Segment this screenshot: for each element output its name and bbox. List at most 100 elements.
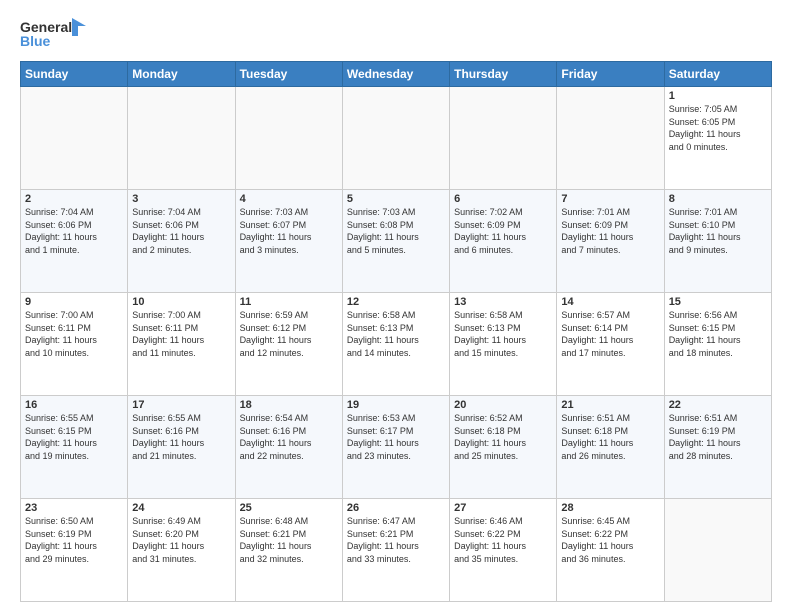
header-day-saturday: Saturday (664, 62, 771, 87)
day-number: 17 (132, 399, 230, 411)
day-number: 7 (561, 193, 659, 205)
day-number: 27 (454, 502, 552, 514)
calendar-cell (450, 87, 557, 190)
day-info: Sunrise: 6:59 AM Sunset: 6:12 PM Dayligh… (240, 309, 338, 359)
day-number: 28 (561, 502, 659, 514)
calendar-cell (557, 87, 664, 190)
header-day-wednesday: Wednesday (342, 62, 449, 87)
week-row-0: 1Sunrise: 7:05 AM Sunset: 6:05 PM Daylig… (21, 87, 772, 190)
calendar-cell: 25Sunrise: 6:48 AM Sunset: 6:21 PM Dayli… (235, 499, 342, 602)
calendar-body: 1Sunrise: 7:05 AM Sunset: 6:05 PM Daylig… (21, 87, 772, 602)
day-info: Sunrise: 6:57 AM Sunset: 6:14 PM Dayligh… (561, 309, 659, 359)
day-info: Sunrise: 6:58 AM Sunset: 6:13 PM Dayligh… (347, 309, 445, 359)
calendar-cell (21, 87, 128, 190)
day-number: 25 (240, 502, 338, 514)
day-info: Sunrise: 7:03 AM Sunset: 6:07 PM Dayligh… (240, 206, 338, 256)
calendar-cell: 27Sunrise: 6:46 AM Sunset: 6:22 PM Dayli… (450, 499, 557, 602)
calendar-cell: 19Sunrise: 6:53 AM Sunset: 6:17 PM Dayli… (342, 396, 449, 499)
day-number: 15 (669, 296, 767, 308)
calendar-cell: 7Sunrise: 7:01 AM Sunset: 6:09 PM Daylig… (557, 190, 664, 293)
day-info: Sunrise: 7:01 AM Sunset: 6:09 PM Dayligh… (561, 206, 659, 256)
calendar-cell: 11Sunrise: 6:59 AM Sunset: 6:12 PM Dayli… (235, 293, 342, 396)
day-number: 23 (25, 502, 123, 514)
calendar-cell: 22Sunrise: 6:51 AM Sunset: 6:19 PM Dayli… (664, 396, 771, 499)
day-info: Sunrise: 6:52 AM Sunset: 6:18 PM Dayligh… (454, 412, 552, 462)
header-day-sunday: Sunday (21, 62, 128, 87)
day-info: Sunrise: 6:49 AM Sunset: 6:20 PM Dayligh… (132, 515, 230, 565)
day-info: Sunrise: 6:53 AM Sunset: 6:17 PM Dayligh… (347, 412, 445, 462)
day-number: 3 (132, 193, 230, 205)
day-number: 13 (454, 296, 552, 308)
header-day-tuesday: Tuesday (235, 62, 342, 87)
calendar-cell: 6Sunrise: 7:02 AM Sunset: 6:09 PM Daylig… (450, 190, 557, 293)
day-number: 24 (132, 502, 230, 514)
header-day-friday: Friday (557, 62, 664, 87)
calendar-cell: 15Sunrise: 6:56 AM Sunset: 6:15 PM Dayli… (664, 293, 771, 396)
day-number: 20 (454, 399, 552, 411)
calendar-cell: 26Sunrise: 6:47 AM Sunset: 6:21 PM Dayli… (342, 499, 449, 602)
calendar-cell: 10Sunrise: 7:00 AM Sunset: 6:11 PM Dayli… (128, 293, 235, 396)
calendar-cell: 24Sunrise: 6:49 AM Sunset: 6:20 PM Dayli… (128, 499, 235, 602)
day-number: 14 (561, 296, 659, 308)
day-info: Sunrise: 6:54 AM Sunset: 6:16 PM Dayligh… (240, 412, 338, 462)
day-number: 6 (454, 193, 552, 205)
calendar-cell: 23Sunrise: 6:50 AM Sunset: 6:19 PM Dayli… (21, 499, 128, 602)
day-number: 16 (25, 399, 123, 411)
calendar-cell: 8Sunrise: 7:01 AM Sunset: 6:10 PM Daylig… (664, 190, 771, 293)
day-number: 11 (240, 296, 338, 308)
calendar-cell: 13Sunrise: 6:58 AM Sunset: 6:13 PM Dayli… (450, 293, 557, 396)
logo: GeneralBlue (20, 16, 90, 51)
day-number: 9 (25, 296, 123, 308)
header: GeneralBlue (20, 16, 772, 51)
day-info: Sunrise: 7:00 AM Sunset: 6:11 PM Dayligh… (25, 309, 123, 359)
calendar-cell: 14Sunrise: 6:57 AM Sunset: 6:14 PM Dayli… (557, 293, 664, 396)
day-info: Sunrise: 6:56 AM Sunset: 6:15 PM Dayligh… (669, 309, 767, 359)
day-info: Sunrise: 7:04 AM Sunset: 6:06 PM Dayligh… (25, 206, 123, 256)
week-row-2: 9Sunrise: 7:00 AM Sunset: 6:11 PM Daylig… (21, 293, 772, 396)
calendar-cell: 9Sunrise: 7:00 AM Sunset: 6:11 PM Daylig… (21, 293, 128, 396)
day-number: 19 (347, 399, 445, 411)
day-info: Sunrise: 6:47 AM Sunset: 6:21 PM Dayligh… (347, 515, 445, 565)
day-info: Sunrise: 6:48 AM Sunset: 6:21 PM Dayligh… (240, 515, 338, 565)
day-info: Sunrise: 7:05 AM Sunset: 6:05 PM Dayligh… (669, 103, 767, 153)
week-row-1: 2Sunrise: 7:04 AM Sunset: 6:06 PM Daylig… (21, 190, 772, 293)
week-row-4: 23Sunrise: 6:50 AM Sunset: 6:19 PM Dayli… (21, 499, 772, 602)
calendar-cell: 2Sunrise: 7:04 AM Sunset: 6:06 PM Daylig… (21, 190, 128, 293)
day-info: Sunrise: 6:58 AM Sunset: 6:13 PM Dayligh… (454, 309, 552, 359)
day-number: 18 (240, 399, 338, 411)
header-day-thursday: Thursday (450, 62, 557, 87)
day-number: 21 (561, 399, 659, 411)
calendar-cell: 16Sunrise: 6:55 AM Sunset: 6:15 PM Dayli… (21, 396, 128, 499)
calendar-cell (128, 87, 235, 190)
day-info: Sunrise: 6:51 AM Sunset: 6:19 PM Dayligh… (669, 412, 767, 462)
day-number: 8 (669, 193, 767, 205)
day-number: 4 (240, 193, 338, 205)
day-info: Sunrise: 6:55 AM Sunset: 6:16 PM Dayligh… (132, 412, 230, 462)
day-number: 10 (132, 296, 230, 308)
day-info: Sunrise: 6:46 AM Sunset: 6:22 PM Dayligh… (454, 515, 552, 565)
calendar-cell: 3Sunrise: 7:04 AM Sunset: 6:06 PM Daylig… (128, 190, 235, 293)
calendar-header: SundayMondayTuesdayWednesdayThursdayFrid… (21, 62, 772, 87)
day-number: 22 (669, 399, 767, 411)
calendar-table: SundayMondayTuesdayWednesdayThursdayFrid… (20, 61, 772, 602)
day-number: 5 (347, 193, 445, 205)
day-number: 26 (347, 502, 445, 514)
day-info: Sunrise: 7:04 AM Sunset: 6:06 PM Dayligh… (132, 206, 230, 256)
svg-text:Blue: Blue (20, 33, 51, 49)
calendar-cell: 21Sunrise: 6:51 AM Sunset: 6:18 PM Dayli… (557, 396, 664, 499)
day-info: Sunrise: 6:55 AM Sunset: 6:15 PM Dayligh… (25, 412, 123, 462)
header-day-monday: Monday (128, 62, 235, 87)
calendar-cell: 5Sunrise: 7:03 AM Sunset: 6:08 PM Daylig… (342, 190, 449, 293)
day-info: Sunrise: 6:50 AM Sunset: 6:19 PM Dayligh… (25, 515, 123, 565)
calendar-cell: 4Sunrise: 7:03 AM Sunset: 6:07 PM Daylig… (235, 190, 342, 293)
week-row-3: 16Sunrise: 6:55 AM Sunset: 6:15 PM Dayli… (21, 396, 772, 499)
day-number: 12 (347, 296, 445, 308)
day-info: Sunrise: 7:00 AM Sunset: 6:11 PM Dayligh… (132, 309, 230, 359)
day-info: Sunrise: 7:03 AM Sunset: 6:08 PM Dayligh… (347, 206, 445, 256)
calendar-cell (342, 87, 449, 190)
logo-svg: GeneralBlue (20, 16, 90, 51)
day-number: 1 (669, 90, 767, 102)
day-info: Sunrise: 7:02 AM Sunset: 6:09 PM Dayligh… (454, 206, 552, 256)
calendar-cell: 17Sunrise: 6:55 AM Sunset: 6:16 PM Dayli… (128, 396, 235, 499)
day-number: 2 (25, 193, 123, 205)
